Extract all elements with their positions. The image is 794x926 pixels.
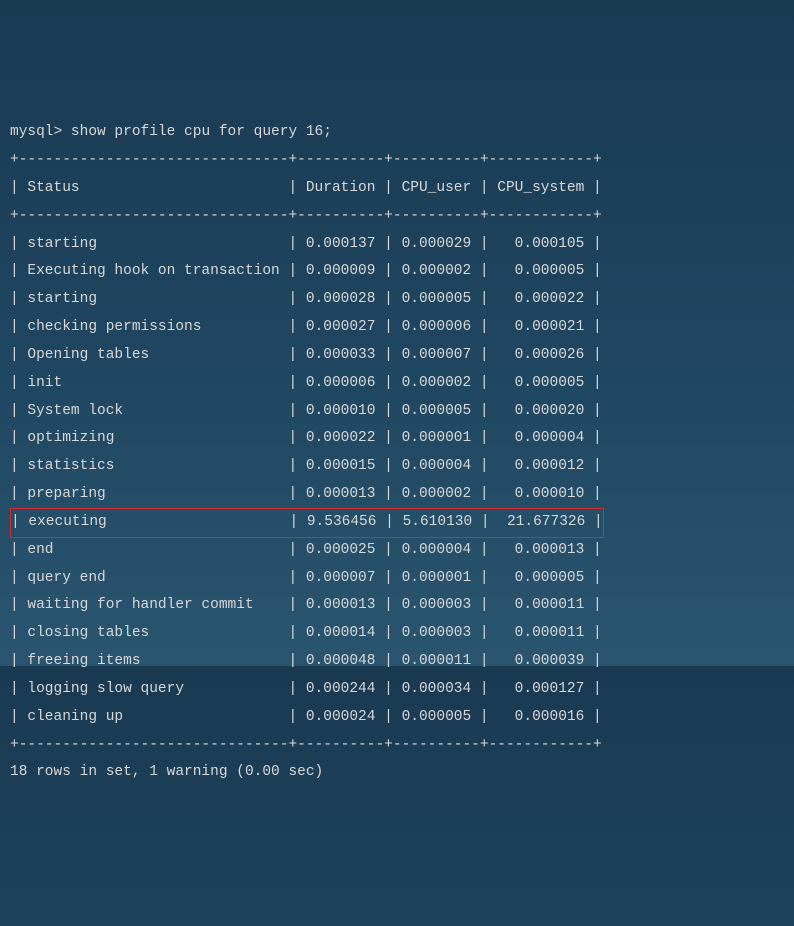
table-row-highlighted: | executing | 9.536456 | 5.610130 | 21.6… bbox=[10, 509, 784, 537]
terminal-output: mysql> show profile cpu for query 16;+--… bbox=[10, 119, 784, 787]
command-text: show profile cpu for query 16; bbox=[71, 124, 332, 140]
table-row: | optimizing | 0.000022 | 0.000001 | 0.0… bbox=[10, 425, 784, 453]
table-row: | statistics | 0.000015 | 0.000004 | 0.0… bbox=[10, 453, 784, 481]
table-row: | waiting for handler commit | 0.000013 … bbox=[10, 592, 784, 620]
table-row: | starting | 0.000137 | 0.000029 | 0.000… bbox=[10, 231, 784, 259]
table-row: | freeing items | 0.000048 | 0.000011 | … bbox=[10, 648, 784, 676]
divider: +-------------------------------+-------… bbox=[10, 732, 784, 760]
prompt: mysql> bbox=[10, 124, 71, 140]
divider: +-------------------------------+-------… bbox=[10, 147, 784, 175]
table-row: | System lock | 0.000010 | 0.000005 | 0.… bbox=[10, 398, 784, 426]
table-row: | Opening tables | 0.000033 | 0.000007 |… bbox=[10, 342, 784, 370]
table-row: | checking permissions | 0.000027 | 0.00… bbox=[10, 314, 784, 342]
divider: +-------------------------------+-------… bbox=[10, 203, 784, 231]
table-row: | logging slow query | 0.000244 | 0.0000… bbox=[10, 676, 784, 704]
table-header: | Status | Duration | CPU_user | CPU_sys… bbox=[10, 175, 784, 203]
result-summary: 18 rows in set, 1 warning (0.00 sec) bbox=[10, 759, 784, 787]
table-row: | init | 0.000006 | 0.000002 | 0.000005 … bbox=[10, 370, 784, 398]
table-row: | starting | 0.000028 | 0.000005 | 0.000… bbox=[10, 286, 784, 314]
table-row: | end | 0.000025 | 0.000004 | 0.000013 | bbox=[10, 537, 784, 565]
table-row: | closing tables | 0.000014 | 0.000003 |… bbox=[10, 620, 784, 648]
table-row: | preparing | 0.000013 | 0.000002 | 0.00… bbox=[10, 481, 784, 509]
command-line[interactable]: mysql> show profile cpu for query 16; bbox=[10, 119, 784, 147]
table-row: | query end | 0.000007 | 0.000001 | 0.00… bbox=[10, 565, 784, 593]
table-row: | cleaning up | 0.000024 | 0.000005 | 0.… bbox=[10, 704, 784, 732]
table-row: | Executing hook on transaction | 0.0000… bbox=[10, 258, 784, 286]
highlight-box: | executing | 9.536456 | 5.610130 | 21.6… bbox=[10, 508, 604, 538]
